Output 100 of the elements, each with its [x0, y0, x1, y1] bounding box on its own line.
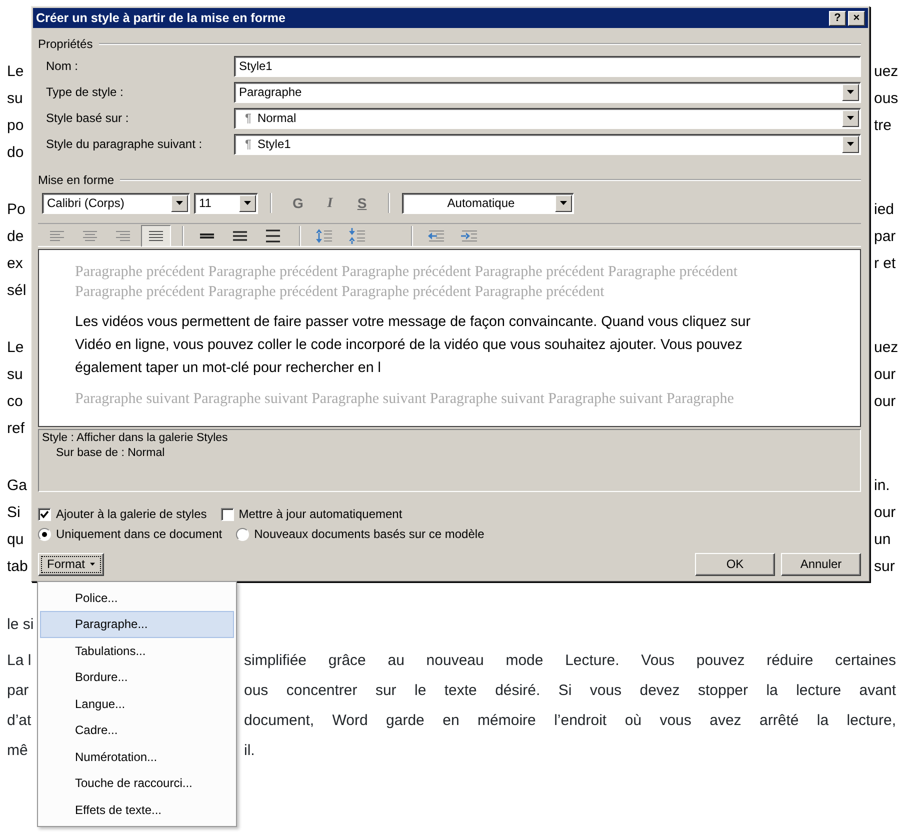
document-text: r et — [874, 255, 896, 272]
underline-button[interactable]: S — [348, 192, 376, 214]
italic-button[interactable]: I — [316, 192, 344, 214]
document-text: un — [874, 531, 891, 548]
preview-sample-text: Les vidéos vous permettent de faire passer votre message de façon convaincante. Quand vous cliquez sur — [75, 313, 752, 332]
document-text: par — [874, 228, 896, 245]
font-dropdown[interactable]: Calibri (Corps) — [42, 192, 190, 214]
document-text: tab — [7, 558, 28, 575]
double-spacing-icon — [264, 228, 282, 244]
decrease-indent-icon — [427, 228, 445, 244]
size-dropdown[interactable]: 11 — [194, 192, 258, 214]
dropdown-button[interactable] — [239, 194, 256, 212]
document-text: do — [7, 144, 24, 161]
checkbox-option[interactable]: Ajouter à la galerie de styles — [38, 505, 207, 523]
justify-button[interactable] — [141, 224, 171, 246]
radio-button[interactable] — [38, 528, 51, 540]
dropdown-field[interactable]: ¶ Style1 — [234, 134, 861, 154]
document-text: sél — [7, 282, 26, 299]
document-text: ref — [7, 420, 25, 437]
menu-item[interactable]: Touche de raccourci... — [40, 770, 234, 796]
close-button[interactable]: × — [848, 10, 865, 26]
document-text: ous — [874, 90, 898, 107]
document-text: our — [874, 504, 896, 521]
menu-item[interactable]: Numérotation... — [40, 744, 234, 770]
document-text: our — [874, 366, 896, 383]
document-text: uez — [874, 63, 898, 80]
document-text: simplifiée grâce au nouveau mode Lecture. Vous pouvez réduire certaines — [244, 651, 896, 671]
dropdown-button[interactable] — [842, 136, 859, 152]
ok-button[interactable]: OK — [695, 552, 775, 576]
document-text: sur — [874, 558, 895, 575]
document-text: tre — [874, 117, 892, 134]
group-heading: Propriétés — [38, 36, 93, 53]
dropdown-field[interactable]: Paragraphe — [234, 82, 861, 102]
caret-icon — [559, 200, 568, 206]
document-text: co — [7, 393, 23, 410]
document-text: par — [7, 682, 29, 699]
decrease-spacing-icon — [348, 228, 366, 244]
document-text: su — [7, 90, 23, 107]
menu-item[interactable]: Langue... — [40, 690, 234, 717]
document-text: mê — [7, 742, 28, 759]
checkbox[interactable] — [38, 508, 51, 520]
window-title: Créer un style à partir de la mise en forme — [36, 10, 286, 27]
document-text: Le — [7, 63, 24, 80]
document-text: Po — [7, 201, 26, 218]
radio-option[interactable]: Nouveaux documents basés sur ce modèle — [236, 525, 484, 543]
checkbox-option[interactable]: Mettre à jour automatiquement — [220, 505, 402, 523]
dropdown-field[interactable]: ¶ Normal — [234, 108, 861, 128]
dropdown-button[interactable] — [842, 110, 859, 126]
caret-icon — [90, 562, 95, 566]
field-label: Style du paragraphe suivant : — [46, 136, 204, 153]
description-text: Sur base de : Normal — [55, 446, 166, 461]
document-text: de — [7, 228, 24, 245]
bold-button[interactable]: G — [284, 192, 312, 214]
menu-item[interactable]: Effets de texte... — [40, 796, 234, 823]
group-heading: Mise en forme — [38, 172, 114, 189]
text-field[interactable]: Style1 — [234, 56, 861, 76]
color-dropdown[interactable]: Automatique — [402, 192, 574, 214]
field-label: Type de style : — [46, 84, 124, 101]
caret-icon — [846, 141, 855, 147]
document-text: ex — [7, 255, 23, 272]
menu-item[interactable]: Paragraphe... — [40, 611, 234, 638]
caret-icon — [175, 200, 184, 206]
cancel-button[interactable]: Annuler — [781, 552, 861, 576]
description-text: Style : Afficher dans la galerie Styles — [42, 431, 229, 446]
radio-option[interactable]: Uniquement dans ce document — [38, 525, 222, 543]
increase-spacing-icon — [315, 228, 333, 244]
document-text: le si — [7, 616, 34, 633]
document-text: in. — [874, 477, 890, 494]
caret-icon — [243, 200, 252, 206]
preview-previous-text: Paragraphe précédent Paragraphe précédent Paragraphe précédent Paragraphe précédent — [75, 283, 606, 302]
menu-item[interactable]: Police... — [40, 584, 234, 611]
menu-item[interactable]: Cadre... — [40, 717, 234, 744]
checkbox[interactable] — [220, 508, 234, 520]
document-text: Le — [7, 339, 24, 356]
increase-indent-icon — [460, 228, 478, 244]
document-text: uez — [874, 339, 898, 356]
document-text: qu — [7, 531, 24, 548]
caret-icon — [846, 115, 855, 121]
document-text: La l — [7, 652, 32, 669]
menu-item[interactable]: Tabulations... — [40, 638, 234, 664]
format-button[interactable]: Format — [38, 552, 104, 576]
checkmark-icon — [40, 510, 49, 518]
menu-item[interactable]: Bordure... — [40, 664, 234, 690]
caret-icon — [846, 89, 855, 95]
dropdown-button[interactable] — [555, 194, 572, 212]
radio-button[interactable] — [236, 528, 250, 540]
help-button[interactable]: ? — [829, 10, 846, 26]
document-text: po — [7, 117, 24, 134]
document-text: Ga — [7, 477, 28, 494]
document-text: ied — [874, 201, 894, 218]
field-label: Nom : — [46, 58, 80, 75]
dropdown-button[interactable] — [842, 84, 859, 100]
dropdown-button[interactable] — [171, 194, 188, 212]
preview-sample-text: Vidéo en ligne, vous pouvez coller le code incorporé de la vidéo que vous souhaitez ajouter. Vous pouvez — [75, 336, 744, 355]
document-text: su — [7, 366, 23, 383]
document-text: ous concentrer sur le texte désiré. Si vous devez stopper la lecture avant — [244, 681, 896, 701]
preview-sample-text: également taper un mot-clé pour rechercher en l — [75, 359, 382, 378]
document-text: d’at — [7, 712, 32, 729]
preview-previous-text: Paragraphe précédent Paragraphe précédent Paragraphe précédent Paragraphe précédent Paragraphe précédent — [75, 263, 739, 282]
field-label: Style basé sur : — [46, 110, 130, 127]
